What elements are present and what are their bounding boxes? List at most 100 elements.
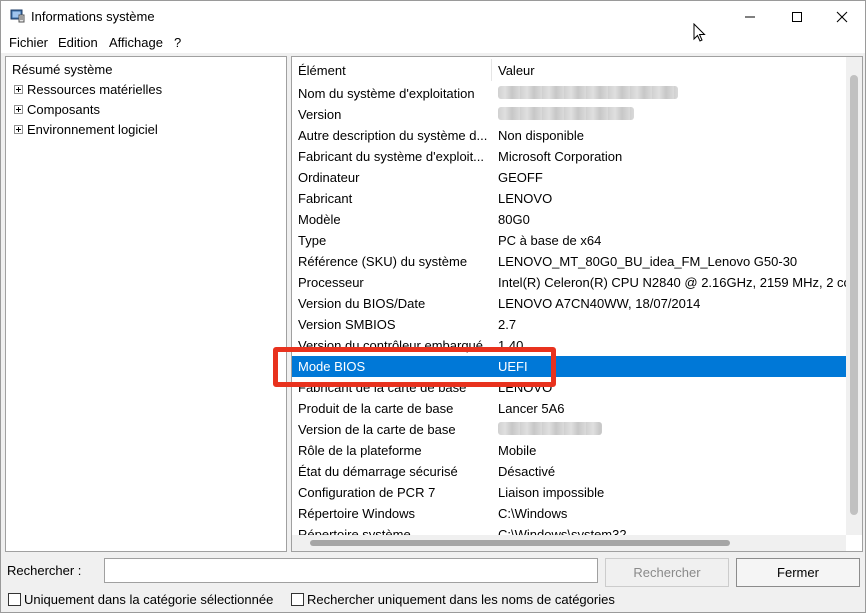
redacted-blur [498,107,634,120]
row-element-cell: Produit de la carte de base [298,401,454,416]
expand-plus-icon[interactable] [14,125,23,134]
table-row[interactable]: Configuration de PCR 7 Liaison impossible [292,482,846,503]
column-separator[interactable] [491,59,492,81]
table-row[interactable]: Autre description du système d... Non dis… [292,125,846,146]
option-label: Uniquement dans la catégorie sélectionné… [24,592,274,607]
tree-item-label: Environnement logiciel [27,122,158,137]
row-value-cell: Lancer 5A6 [498,401,565,416]
table-row[interactable]: Version du BIOS/Date LENOVO A7CN40WW, 18/… [292,293,846,314]
tree-item-label: Composants [27,102,100,117]
search-button[interactable]: Rechercher [605,558,729,587]
table-row[interactable]: Type PC à base de x64 [292,230,846,251]
table-row[interactable]: État du démarrage sécurisé Désactivé [292,461,846,482]
row-value-cell: LENOVO A7CN40WW, 18/07/2014 [498,296,701,311]
tree-item-software-environment[interactable]: Environnement logiciel [14,122,158,137]
option-category-names[interactable]: Rechercher uniquement dans les noms de c… [291,592,615,607]
row-element-cell: Version [298,107,342,122]
horizontal-scroll-thumb[interactable] [310,540,730,546]
row-element-cell: Fabricant du système d'exploit... [298,149,485,164]
maximize-button[interactable] [774,1,820,32]
expand-plus-icon[interactable] [14,85,23,94]
table-row[interactable]: Fabricant du système d'exploit... Microso… [292,146,846,167]
row-value-cell: Désactivé [498,464,556,479]
table-row[interactable]: Version [292,104,846,125]
search-input[interactable] [104,558,598,583]
title-bar[interactable]: Informations système [1,1,865,32]
checkbox-selected-category[interactable] [8,593,21,606]
system-info-app-icon [10,9,25,23]
row-element-cell: Référence (SKU) du système [298,254,468,269]
horizontal-scrollbar[interactable] [292,535,846,551]
menu-edition[interactable]: Edition [58,35,98,50]
row-element-cell: Processeur [298,275,364,290]
row-value-cell: PC à base de x64 [498,233,602,248]
menu-fichier[interactable]: Fichier [9,35,48,50]
table-row[interactable]: Version SMBIOS 2.7 [292,314,846,335]
row-element-cell: Version de la carte de base [298,422,456,437]
redacted-blur [498,86,678,99]
menu-help[interactable]: ? [174,35,181,50]
minimize-icon [745,16,755,17]
close-window-button[interactable] [819,1,865,32]
minimize-button[interactable] [727,1,773,32]
table-row[interactable]: Fabricant LENOVO [292,188,846,209]
table-row[interactable]: Produit de la carte de base Lancer 5A6 [292,398,846,419]
redacted-value-cell [498,107,846,123]
row-element-cell: Rôle de la plateforme [298,443,422,458]
table-row[interactable]: Version de la carte de base [292,419,846,440]
row-value-cell: Liaison impossible [498,485,605,500]
table-row[interactable]: Nom du système d'exploitation [292,83,846,104]
redacted-value-cell [498,86,846,102]
tree-item-components[interactable]: Composants [14,102,100,117]
row-value-cell: Intel(R) Celeron(R) CPU N2840 @ 2.16GHz,… [498,275,846,290]
search-label: Rechercher : [7,563,82,578]
menu-affichage[interactable]: Affichage [109,35,163,50]
tree-item-hardware-resources[interactable]: Ressources matérielles [14,82,162,97]
table-row[interactable]: Modèle 80G0 [292,209,846,230]
row-element-cell: Répertoire Windows [298,506,416,521]
table-row[interactable]: Rôle de la plateforme Mobile [292,440,846,461]
row-element-cell: Fabricant [298,191,353,206]
table-row[interactable]: Répertoire Windows C:\Windows [292,503,846,524]
row-value-cell: Non disponible [498,128,585,143]
vertical-scrollbar[interactable] [846,57,862,535]
row-element-cell: Version du BIOS/Date [298,296,426,311]
row-element-cell: Type [298,233,327,248]
table-row[interactable]: Processeur Intel(R) Celeron(R) CPU N2840 … [292,272,846,293]
vertical-scroll-thumb[interactable] [850,75,858,515]
close-button[interactable]: Fermer [736,558,860,587]
details-list[interactable]: Élément Valeur Nom du système d'exploita… [291,56,863,552]
row-element-cell: État du démarrage sécurisé [298,464,458,479]
maximize-icon [792,11,802,22]
row-element-cell: Ordinateur [298,170,360,185]
table-row[interactable]: Ordinateur GEOFF [292,167,846,188]
column-header-element[interactable]: Élément [298,63,346,78]
list-header: Élément Valeur [292,57,862,83]
list-rows: Nom du système d'exploitation Version Autr… [292,83,846,537]
row-value-cell: LENOVO_MT_80G0_BU_idea_FM_Lenovo G50-30 [498,254,798,269]
row-value-cell: Microsoft Corporation [498,149,623,164]
system-info-window: Informations système Fichier Edition Aff… [0,0,866,613]
menu-bar: Fichier Edition Affichage ? [1,32,865,53]
close-icon [836,11,848,22]
row-value-cell: GEOFF [498,170,543,185]
expand-plus-icon[interactable] [14,105,23,114]
mouse-pointer-icon [693,23,706,42]
row-element-cell: Modèle [298,212,341,227]
row-element-cell: Autre description du système d... [298,128,488,143]
tree-item-system-summary[interactable]: Résumé système [12,62,112,77]
row-element-cell: Version SMBIOS [298,317,396,332]
table-row[interactable]: Référence (SKU) du système LENOVO_MT_80G0… [292,251,846,272]
checkbox-category-names[interactable] [291,593,304,606]
row-element-cell: Configuration de PCR 7 [298,485,436,500]
row-value-cell: C:\Windows [498,506,568,521]
column-header-value[interactable]: Valeur [498,63,535,78]
annotation-highlight-box [273,347,556,387]
tree-item-label: Ressources matérielles [27,82,163,97]
category-tree[interactable]: Résumé système Ressources matérielles Co… [5,56,287,552]
window-title: Informations système [31,9,155,24]
row-value-cell: 80G0 [498,212,530,227]
row-value-cell: Mobile [498,443,537,458]
row-value-cell: 2.7 [498,317,517,332]
option-selected-category[interactable]: Uniquement dans la catégorie sélectionné… [8,592,273,607]
